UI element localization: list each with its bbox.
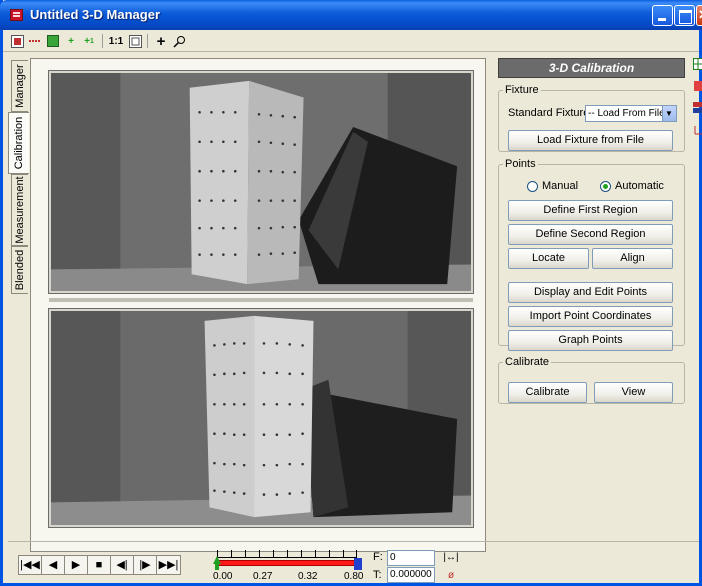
app-window: Untitled 3-D Manager + +1 1:1 + Manager … [0, 0, 702, 586]
time-field[interactable]: 0.000000 [387, 567, 435, 583]
time-slider[interactable]: 0.00 0.27 0.32 0.80 [213, 550, 364, 582]
slider-label-start: 0.00 [213, 571, 233, 582]
tab-calibration[interactable]: Calibration [8, 112, 29, 174]
last-frame-icon[interactable]: ▶▶| [157, 556, 180, 574]
import-point-coordinates-button[interactable]: Import Point Coordinates [508, 306, 673, 327]
frame-field[interactable]: 0 [387, 550, 435, 566]
title-bar[interactable]: Untitled 3-D Manager [0, 0, 702, 30]
transport-bar: |◀◀ ◀ ▶ ■ ◀| |▶ ▶▶| 0.00 0.27 0.32 0.80 … [8, 541, 699, 584]
tab-measurement[interactable]: Measurement [11, 174, 28, 246]
calibrate-legend: Calibrate [505, 356, 550, 368]
manual-radio[interactable]: Manual [527, 180, 578, 192]
frame-label: F: [373, 551, 383, 563]
one-to-one-icon[interactable]: 1:1 [107, 33, 125, 49]
end-handle-icon[interactable] [354, 556, 362, 570]
standard-fixture-label: Standard Fixture [508, 107, 590, 119]
grid-icon[interactable] [9, 33, 25, 49]
graph-points-button[interactable]: Graph Points [508, 330, 673, 351]
stop-icon[interactable]: ■ [88, 556, 111, 574]
start-handle-icon[interactable] [213, 556, 221, 570]
slider-label-end: 0.80 [344, 571, 364, 582]
view-splitter[interactable] [49, 298, 473, 302]
slider-ticks [217, 550, 357, 558]
app-icon [10, 9, 23, 21]
align-button[interactable]: Align [592, 248, 673, 269]
camera-view-1[interactable] [48, 70, 474, 294]
maximize-button[interactable] [674, 5, 695, 26]
side-strip [693, 58, 702, 158]
slider-label-3: 0.32 [298, 571, 318, 582]
fixture-group: Fixture Standard Fixture -- Load From Fi… [498, 84, 685, 152]
tool-red-icon[interactable] [693, 80, 702, 92]
view-button[interactable]: View [594, 382, 673, 403]
calibrate-group: Calibrate Calibrate View [498, 356, 685, 404]
fixture-legend: Fixture [505, 84, 539, 96]
first-frame-icon[interactable]: |◀◀ [19, 556, 42, 574]
display-edit-points-button[interactable]: Display and Edit Points [508, 282, 673, 303]
fit-icon[interactable] [127, 33, 143, 49]
panel-title: 3-D Calibration [498, 58, 685, 78]
time-label: T: [373, 569, 382, 581]
locate-button[interactable]: Locate [508, 248, 589, 269]
vertical-tabs: Manager Calibration Measurement Blended [8, 60, 30, 550]
layers-icon[interactable] [693, 102, 702, 114]
add-point-icon[interactable]: + [63, 33, 79, 49]
square-icon[interactable] [45, 33, 61, 49]
radio-off-icon [527, 180, 538, 192]
fit-range-icon[interactable]: |↔| [441, 549, 461, 566]
chevron-down-icon[interactable] [662, 106, 676, 121]
slider-label-2: 0.27 [253, 571, 273, 582]
add-point-alt-icon[interactable]: +1 [81, 33, 97, 49]
axis-icon[interactable] [693, 124, 702, 136]
toolbar: + +1 1:1 + [3, 30, 699, 52]
crosshair-icon[interactable]: + [153, 33, 169, 50]
radio-on-icon [600, 180, 611, 192]
camera-view-2[interactable] [48, 308, 474, 528]
define-first-region-button[interactable]: Define First Region [508, 200, 673, 221]
load-fixture-button[interactable]: Load Fixture from File [508, 130, 673, 151]
calibrate-button[interactable]: Calibrate [508, 382, 587, 403]
zoom-icon[interactable] [171, 33, 187, 49]
step-back-icon[interactable]: ◀ [42, 556, 65, 574]
slider-range [217, 560, 357, 566]
fixture-select[interactable]: -- Load From File -- [585, 105, 677, 122]
next-marker-icon[interactable]: |▶ [134, 556, 157, 574]
image-area [30, 58, 486, 552]
close-button[interactable] [696, 5, 702, 26]
grid-green-icon[interactable] [693, 58, 702, 70]
automatic-radio[interactable]: Automatic [600, 180, 664, 192]
link-icon[interactable] [27, 33, 43, 49]
define-second-region-button[interactable]: Define Second Region [508, 224, 673, 245]
transport-controls: |◀◀ ◀ ▶ ■ ◀| |▶ ▶▶| [18, 555, 181, 575]
points-legend: Points [505, 158, 536, 170]
tab-manager[interactable]: Manager [11, 60, 28, 112]
play-icon[interactable]: ▶ [65, 556, 88, 574]
minimize-button[interactable] [652, 5, 673, 26]
points-group: Points Manual Automatic Define First Reg… [498, 158, 685, 351]
tab-blended[interactable]: Blended [11, 246, 28, 294]
window-title: Untitled 3-D Manager [30, 7, 161, 22]
no-sync-icon[interactable]: ø [441, 567, 461, 584]
prev-marker-icon[interactable]: ◀| [111, 556, 134, 574]
